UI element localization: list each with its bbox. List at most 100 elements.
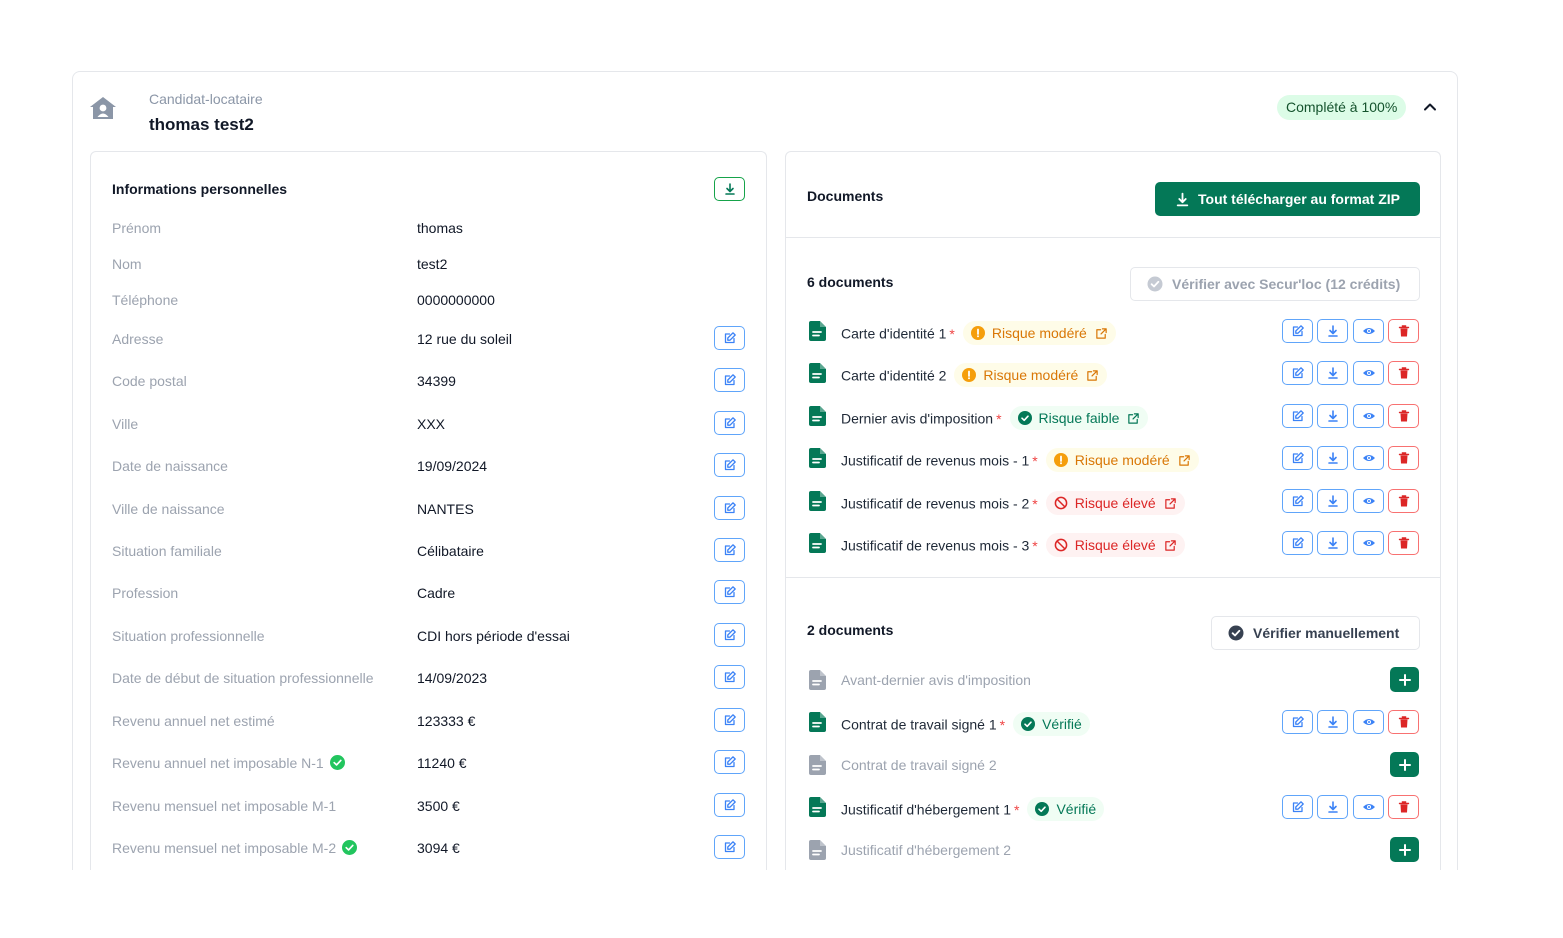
chevron-up-icon[interactable]	[1421, 98, 1439, 116]
edit-icon	[1292, 367, 1304, 379]
edit-field-button[interactable]	[714, 793, 745, 817]
external-link-icon[interactable]	[1127, 412, 1140, 425]
edit-icon	[1292, 452, 1304, 464]
delete-document-button[interactable]	[1388, 319, 1419, 343]
download-document-button[interactable]	[1317, 795, 1348, 819]
download-document-button[interactable]	[1317, 361, 1348, 385]
ban-icon	[1054, 496, 1068, 510]
info-value: 19/09/2024	[417, 458, 488, 474]
delete-document-button[interactable]	[1388, 489, 1419, 513]
download-document-button[interactable]	[1317, 710, 1348, 734]
required-marker: *	[1014, 801, 1020, 818]
edit-field-button[interactable]	[714, 580, 745, 604]
document-name-wrap: Carte d'identité 2 Risque modéré	[841, 363, 1108, 389]
view-document-button[interactable]	[1353, 795, 1384, 819]
edit-icon	[724, 799, 736, 811]
info-label-text: Téléphone	[112, 292, 179, 308]
add-document-button[interactable]	[1390, 667, 1419, 692]
view-document-button[interactable]	[1353, 710, 1384, 734]
external-link-icon[interactable]	[1095, 327, 1108, 340]
verify-manually-button[interactable]: Vérifier manuellement	[1211, 616, 1420, 650]
info-label: Date de début de situation professionnel…	[112, 670, 374, 686]
edit-field-button[interactable]	[714, 750, 745, 774]
edit-field-button[interactable]	[714, 623, 745, 647]
info-value: 3094 €	[417, 840, 460, 856]
download-document-button[interactable]	[1317, 489, 1348, 513]
candidate-header[interactable]: Candidat-locataire thomas test2 Complété…	[73, 72, 1457, 150]
edit-field-button[interactable]	[714, 453, 745, 477]
risk-badge: Risque faible	[1009, 406, 1149, 430]
view-document-button[interactable]	[1353, 361, 1384, 385]
edit-field-button[interactable]	[714, 835, 745, 859]
view-document-button[interactable]	[1353, 489, 1384, 513]
view-document-button[interactable]	[1353, 446, 1384, 470]
required-marker: *	[1032, 537, 1038, 554]
download-document-button[interactable]	[1317, 404, 1348, 428]
info-label-text: Revenu annuel net imposable N-1	[112, 755, 324, 771]
info-value: 14/09/2023	[417, 670, 488, 686]
edit-field-button[interactable]	[714, 368, 745, 392]
delete-document-button[interactable]	[1388, 361, 1419, 385]
external-link-icon[interactable]	[1164, 539, 1177, 552]
trash-icon	[1398, 537, 1409, 549]
edit-document-button[interactable]	[1282, 531, 1313, 555]
risk-label: Risque faible	[1038, 410, 1120, 426]
document-name: Contrat de travail signé 1	[841, 716, 997, 733]
edit-document-button[interactable]	[1282, 319, 1313, 343]
delete-document-button[interactable]	[1388, 446, 1419, 470]
download-personal-info-button[interactable]	[714, 177, 745, 201]
add-document-button[interactable]	[1390, 837, 1419, 862]
info-label-text: Profession	[112, 585, 179, 601]
document-icon	[809, 533, 826, 553]
verify-securloc-button[interactable]: Vérifier avec Secur'loc (12 crédits)	[1130, 267, 1420, 301]
add-document-button[interactable]	[1390, 752, 1419, 777]
document-name-wrap: Dernier avis d'imposition * Risque faible	[841, 406, 1149, 432]
document-row: Justificatif d'hébergement 1 * Vérifié	[786, 791, 1440, 823]
verified-label: Vérifié	[1056, 801, 1097, 817]
download-zip-button[interactable]: Tout télécharger au format ZIP	[1155, 182, 1420, 216]
risk-badge: Risque modéré	[1045, 448, 1199, 472]
view-document-button[interactable]	[1353, 319, 1384, 343]
info-label: Téléphone	[112, 292, 178, 308]
info-value: NANTES	[417, 501, 474, 517]
plus-icon	[1398, 758, 1411, 771]
edit-field-button[interactable]	[714, 538, 745, 562]
view-document-button[interactable]	[1353, 531, 1384, 555]
edit-document-button[interactable]	[1282, 795, 1313, 819]
edit-document-button[interactable]	[1282, 361, 1313, 385]
document-name-wrap: Justificatif d'hébergement 1 * Vérifié	[841, 797, 1105, 823]
external-link-icon[interactable]	[1164, 497, 1177, 510]
divider	[786, 577, 1440, 578]
delete-document-button[interactable]	[1388, 404, 1419, 428]
edit-field-button[interactable]	[714, 665, 745, 689]
edit-document-button[interactable]	[1282, 404, 1313, 428]
delete-document-button[interactable]	[1388, 531, 1419, 555]
document-name: Contrat de travail signé 2	[841, 757, 997, 773]
document-row: Justificatif de revenus mois - 2 * Risque …	[786, 485, 1440, 517]
edit-field-button[interactable]	[714, 496, 745, 520]
edit-document-button[interactable]	[1282, 446, 1313, 470]
document-name-wrap: Contrat de travail signé 1 * Vérifié	[841, 712, 1090, 738]
edit-document-button[interactable]	[1282, 489, 1313, 513]
external-link-icon[interactable]	[1086, 369, 1099, 382]
view-document-button[interactable]	[1353, 404, 1384, 428]
download-document-button[interactable]	[1317, 531, 1348, 555]
download-document-button[interactable]	[1317, 319, 1348, 343]
document-name-wrap: Avant-dernier avis d'imposition	[841, 672, 1031, 688]
document-name: Avant-dernier avis d'imposition	[841, 672, 1031, 688]
verify-securloc-label: Vérifier avec Secur'loc (12 crédits)	[1172, 276, 1401, 292]
edit-field-button[interactable]	[714, 411, 745, 435]
edit-field-button[interactable]	[714, 326, 745, 350]
info-label: Code postal	[112, 373, 187, 389]
delete-document-button[interactable]	[1388, 710, 1419, 734]
document-icon	[809, 448, 826, 468]
edit-document-button[interactable]	[1282, 710, 1313, 734]
download-document-button[interactable]	[1317, 446, 1348, 470]
plus-icon	[1398, 843, 1411, 856]
info-label: Ville de naissance	[112, 501, 225, 517]
delete-document-button[interactable]	[1388, 795, 1419, 819]
edit-field-button[interactable]	[714, 708, 745, 732]
document-icon	[809, 321, 826, 341]
info-label-text: Situation familiale	[112, 543, 222, 559]
external-link-icon[interactable]	[1178, 454, 1191, 467]
